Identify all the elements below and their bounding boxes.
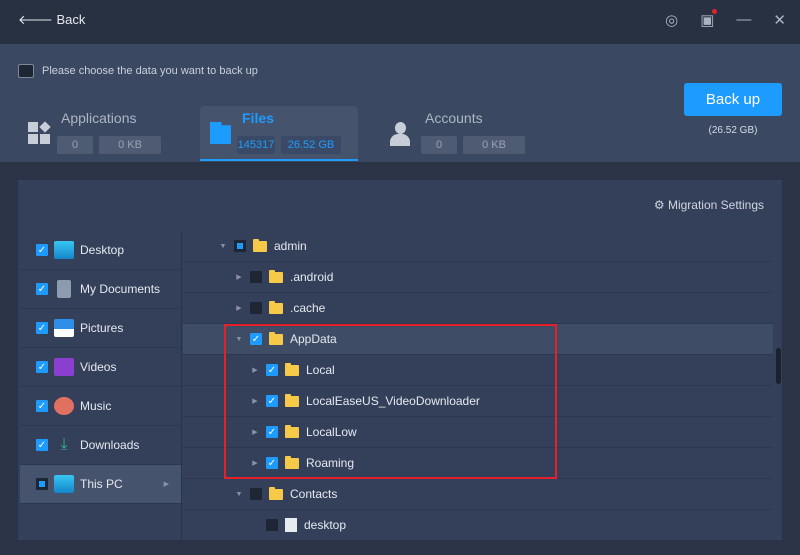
backup-size: (26.52 GB)	[708, 125, 758, 136]
migration-settings-button[interactable]: ⚙ Migration Settings	[654, 198, 764, 212]
close-icon[interactable]: ✕	[773, 11, 786, 29]
notification-icon[interactable]: ▣	[700, 9, 718, 29]
sidebar-item-this-pc[interactable]: This PC ▶	[20, 465, 181, 504]
folder-icon	[285, 393, 299, 407]
collapse-icon[interactable]: ▶	[251, 428, 259, 436]
folder-icon	[210, 122, 231, 144]
collapse-icon[interactable]: ▶	[235, 273, 243, 281]
folder-icon	[285, 362, 299, 376]
minimize-icon[interactable]: —	[736, 11, 751, 29]
gear-icon: ⚙	[653, 198, 668, 212]
folder-icon	[269, 331, 283, 345]
tree-row[interactable]: ▼ ✓ AppData	[183, 324, 773, 355]
tree-row[interactable]: ▶ .android	[183, 262, 773, 293]
monitor-icon	[18, 64, 34, 78]
sidebar-item-desktop[interactable]: ✓ Desktop	[20, 231, 181, 270]
sidebar: ✓ Desktop ✓ My Documents ✓ Pictures ✓ Videos…	[20, 231, 182, 540]
scrollbar[interactable]	[775, 231, 782, 540]
checkbox[interactable]: ✓	[266, 395, 278, 407]
support-icon[interactable]: ◎	[665, 11, 678, 29]
desktop-icon	[54, 241, 74, 259]
music-icon	[54, 397, 74, 415]
tree-row[interactable]: ▼ Contacts	[183, 479, 773, 510]
collapse-icon[interactable]: ▶	[251, 366, 259, 374]
checkbox[interactable]: ✓	[266, 457, 278, 469]
computer-icon	[54, 475, 74, 493]
chevron-right-icon: ▶	[163, 481, 169, 488]
tree-row[interactable]: ▶ ✓ Local	[183, 355, 773, 386]
back-button[interactable]: 🡐 Back	[18, 12, 85, 28]
expand-icon[interactable]: ▼	[235, 336, 243, 343]
collapse-icon[interactable]: ▶	[235, 304, 243, 312]
checkbox[interactable]: ✓	[36, 322, 48, 334]
scrollbar-thumb[interactable]	[776, 348, 781, 384]
folder-icon	[269, 269, 283, 283]
checkbox[interactable]: ✓	[36, 283, 48, 295]
picture-icon	[54, 319, 74, 337]
folder-icon	[269, 486, 283, 500]
tree-row[interactable]: ▶ .cache	[183, 293, 773, 324]
video-icon	[54, 358, 74, 376]
collapse-icon[interactable]: ▶	[251, 397, 259, 405]
tab-files[interactable]: Files 145317 26.52 GB	[200, 106, 358, 161]
collapse-icon[interactable]: ▶	[251, 459, 259, 467]
divider	[0, 162, 800, 165]
checkbox[interactable]: ✓	[36, 361, 48, 373]
user-settings-icon	[390, 122, 412, 146]
tab-accounts[interactable]: Accounts 00 KB	[380, 106, 550, 161]
folder-icon	[285, 455, 299, 469]
title-bar: 🡐 Back ◎ ▣ — ✕	[0, 0, 800, 44]
folder-icon	[269, 300, 283, 314]
applications-icon	[28, 121, 51, 144]
folder-tree: ▼ admin ▶ .android ▶ .cache ▼ ✓ AppData ▶ ✓ Loc…	[183, 231, 773, 540]
tree-row[interactable]: ▶ ✓ LocalLow	[183, 417, 773, 448]
tree-row[interactable]: ▼ admin	[183, 231, 773, 262]
checkbox[interactable]: ✓	[250, 333, 262, 345]
checkbox[interactable]	[250, 271, 262, 283]
tab-applications[interactable]: Applications 00 KB	[18, 106, 188, 161]
sidebar-item-music[interactable]: ✓ Music	[20, 387, 181, 426]
tree-row[interactable]: ▶ ✓ Roaming	[183, 448, 773, 479]
tree-row[interactable]: desktop	[183, 510, 773, 540]
sidebar-item-my-documents[interactable]: ✓ My Documents	[20, 270, 181, 309]
file-panel: ⚙ Migration Settings ✓ Desktop ✓ My Docume…	[18, 180, 782, 540]
back-up-button[interactable]: Back up	[684, 83, 782, 116]
checkbox[interactable]	[234, 240, 246, 252]
header: Please choose the data you want to back …	[0, 44, 800, 162]
download-icon: ⤓	[60, 436, 68, 453]
folder-icon	[253, 238, 267, 252]
checkbox[interactable]: ✓	[266, 364, 278, 376]
checkbox[interactable]	[266, 519, 278, 531]
checkbox[interactable]	[250, 302, 262, 314]
sidebar-item-downloads[interactable]: ✓ ⤓ Downloads	[20, 426, 181, 465]
expand-icon[interactable]: ▼	[235, 491, 243, 498]
file-icon	[285, 518, 297, 532]
checkbox[interactable]	[250, 488, 262, 500]
checkbox[interactable]: ✓	[36, 400, 48, 412]
sidebar-item-videos[interactable]: ✓ Videos	[20, 348, 181, 387]
document-icon	[57, 280, 71, 298]
tree-row[interactable]: ▶ ✓ LocalEaseUS_VideoDownloader	[183, 386, 773, 417]
checkbox[interactable]: ✓	[36, 244, 48, 256]
checkbox[interactable]: ✓	[266, 426, 278, 438]
expand-icon[interactable]: ▼	[219, 243, 227, 250]
sidebar-item-pictures[interactable]: ✓ Pictures	[20, 309, 181, 348]
arrow-left-icon: 🡐	[18, 12, 57, 27]
checkbox[interactable]: ✓	[36, 439, 48, 451]
folder-icon	[285, 424, 299, 438]
checkbox[interactable]	[36, 478, 48, 490]
